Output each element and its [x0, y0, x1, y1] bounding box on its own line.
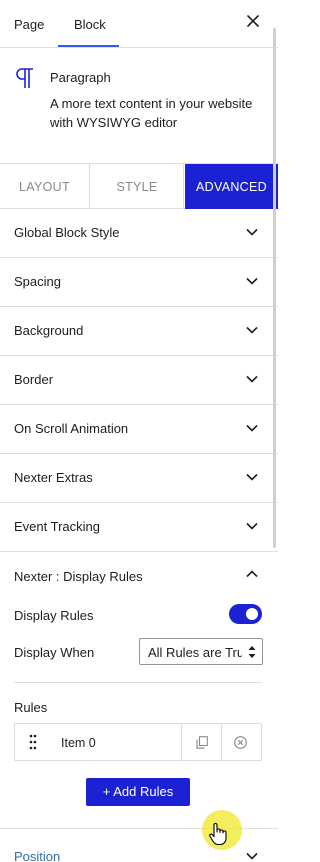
- display-when-label: Display When: [14, 645, 95, 660]
- panel-label: Nexter Extras: [14, 470, 93, 485]
- rule-item-label: Item 0: [61, 736, 96, 750]
- panel-label: Border: [14, 372, 54, 387]
- divider: [181, 724, 182, 760]
- duplicate-icon[interactable]: [196, 736, 208, 749]
- panel-border[interactable]: Border: [0, 356, 278, 405]
- tab-block[interactable]: Block: [74, 0, 106, 48]
- rule-item[interactable]: Item 0: [14, 723, 262, 761]
- select-arrows-icon: [248, 646, 256, 658]
- display-rules-toggle[interactable]: [229, 604, 262, 624]
- panel-display-rules: Nexter : Display Rules Display Rules Dis…: [0, 552, 278, 829]
- display-when-select[interactable]: All Rules are True: [139, 638, 263, 665]
- chevron-up-icon[interactable]: [246, 570, 258, 578]
- paragraph-icon: [16, 68, 33, 88]
- panel-label: On Scroll Animation: [14, 421, 129, 436]
- sidebar-tabs: Page Block: [0, 0, 278, 48]
- add-rules-button[interactable]: + Add Rules: [86, 778, 190, 806]
- chevron-down-icon: [246, 473, 258, 481]
- rules-label: Rules: [14, 700, 48, 715]
- chevron-down-icon: [246, 277, 258, 285]
- remove-icon[interactable]: [234, 736, 247, 749]
- panel-title[interactable]: Nexter : Display Rules: [14, 569, 143, 584]
- block-card: Paragraph A more text content in your we…: [0, 48, 278, 164]
- block-description: A more text content in your website with…: [50, 96, 253, 130]
- block-name: Paragraph: [50, 70, 111, 85]
- display-when-value: All Rules are True: [148, 645, 242, 660]
- scrollbar[interactable]: [273, 28, 276, 548]
- settings-tabs: LAYOUT STYLE ADVANCED: [0, 164, 278, 209]
- panel-label: Background: [14, 323, 84, 338]
- tab-layout[interactable]: LAYOUT: [0, 164, 90, 208]
- chevron-down-icon: [246, 852, 258, 860]
- display-rules-toggle-label: Display Rules: [14, 608, 94, 623]
- panel-on-scroll-animation[interactable]: On Scroll Animation: [0, 405, 278, 454]
- panel-spacing[interactable]: Spacing: [0, 258, 278, 307]
- tab-style[interactable]: STYLE: [91, 164, 184, 208]
- chevron-down-icon: [246, 424, 258, 432]
- panel-nexter-extras[interactable]: Nexter Extras: [0, 454, 278, 503]
- divider: [14, 682, 262, 683]
- chevron-down-icon: [246, 375, 258, 383]
- active-tab-indicator: [58, 45, 119, 47]
- drag-handle-icon[interactable]: [29, 734, 37, 750]
- toggle-knob: [246, 608, 258, 620]
- panel-label: Position: [14, 849, 61, 862]
- panel-background[interactable]: Background: [0, 307, 278, 356]
- divider: [221, 724, 222, 760]
- panel-event-tracking[interactable]: Event Tracking: [0, 503, 278, 552]
- panel-label: Event Tracking: [14, 519, 100, 534]
- hand-cursor-icon: [209, 823, 227, 846]
- chevron-down-icon: [246, 326, 258, 334]
- chevron-down-icon: [246, 228, 258, 236]
- panel-global-block-style[interactable]: Global Block Style: [0, 209, 278, 258]
- chevron-down-icon: [246, 522, 258, 530]
- panel-label: Spacing: [14, 274, 61, 289]
- close-icon[interactable]: [246, 14, 260, 28]
- tab-advanced[interactable]: ADVANCED: [185, 164, 278, 209]
- tab-page[interactable]: Page: [14, 0, 44, 48]
- panel-label: Global Block Style: [14, 225, 120, 240]
